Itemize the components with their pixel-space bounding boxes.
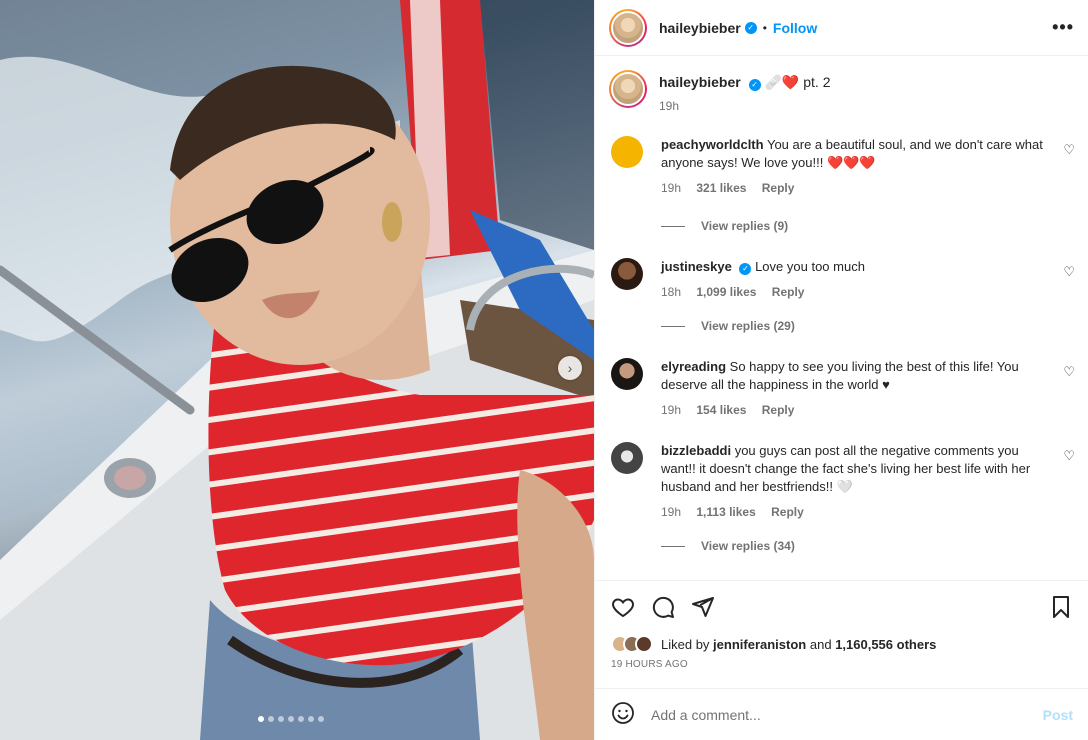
post-comment-button[interactable]: Post <box>1043 707 1073 723</box>
more-icon[interactable]: ••• <box>1052 17 1074 38</box>
author-avatar[interactable] <box>609 8 647 47</box>
caption-time[interactable]: 19h <box>659 99 831 113</box>
heart-icon[interactable]: ♡ <box>1063 142 1075 158</box>
heart-icon[interactable]: ♡ <box>1063 264 1075 280</box>
comment-likes[interactable]: 1,113 likes <box>696 505 755 519</box>
comment-time[interactable]: 19h <box>661 403 681 417</box>
view-replies-button[interactable]: View replies (9) <box>661 219 788 233</box>
follow-button[interactable]: Follow <box>773 20 817 36</box>
carousel-dot <box>258 716 264 722</box>
verified-icon: ✓ <box>748 79 761 91</box>
comment-username[interactable]: elyreading <box>661 359 726 374</box>
comment-likes[interactable]: 321 likes <box>696 181 746 195</box>
chevron-right-icon: › <box>567 360 573 376</box>
comment-input[interactable] <box>651 706 1043 723</box>
comment-item: elyreading So happy to see you living th… <box>611 358 1075 419</box>
post-caption: haileybieber ✓ 🩹❤️ pt. 2 19h <box>609 70 831 113</box>
view-replies-button[interactable]: View replies (34) <box>661 539 795 553</box>
view-replies-button[interactable]: View replies (29) <box>661 319 795 333</box>
bookmark-icon[interactable] <box>1049 595 1073 619</box>
reply-button[interactable]: Reply <box>762 403 795 417</box>
caption-avatar[interactable] <box>609 70 647 108</box>
add-comment-bar: Post <box>595 688 1088 740</box>
comment-item: justineskye ✓ Love you too much 18h 1,09… <box>611 258 1075 301</box>
emoji-icon[interactable] <box>611 701 635 728</box>
heart-icon[interactable] <box>611 595 635 619</box>
post-time-ago[interactable]: 19 HOURS AGO <box>611 659 1073 670</box>
caption-emojis: 🩹❤️ <box>764 74 800 90</box>
comment-username[interactable]: bizzlebaddi <box>661 443 731 458</box>
comment-avatar[interactable] <box>611 258 643 290</box>
heart-icon[interactable]: ♡ <box>1063 364 1075 380</box>
liked-by: Liked by jenniferaniston and 1,160,556 o… <box>611 635 1073 653</box>
comment-time[interactable]: 18h <box>661 285 681 299</box>
carousel-dot <box>278 716 284 722</box>
comment-username[interactable]: justineskye <box>661 259 732 274</box>
reply-button[interactable]: Reply <box>771 505 804 519</box>
comment-avatar[interactable] <box>611 442 643 474</box>
comment-likes[interactable]: 154 likes <box>696 403 746 417</box>
comment-username[interactable]: peachyworldclth <box>661 137 764 152</box>
carousel-dot <box>298 716 304 722</box>
carousel-dot <box>268 716 274 722</box>
carousel-dot <box>318 716 324 722</box>
carousel-dot <box>308 716 314 722</box>
likes-count[interactable]: 1,160,556 others <box>835 637 936 652</box>
comment-time[interactable]: 19h <box>661 505 681 519</box>
heart-icon[interactable]: ♡ <box>1063 448 1075 464</box>
liked-by-prefix: Liked by <box>661 636 710 652</box>
post-side-panel: haileybieber ✓ • Follow ••• haileybieber… <box>594 0 1088 740</box>
comment-likes[interactable]: 1,099 likes <box>696 285 756 299</box>
carousel-indicators <box>258 716 324 722</box>
post-image[interactable]: › <box>0 0 594 740</box>
liked-by-user[interactable]: jenniferaniston <box>713 637 806 652</box>
comment-time[interactable]: 19h <box>661 181 681 195</box>
separator: • <box>762 20 767 35</box>
post-actions: Liked by jenniferaniston and 1,160,556 o… <box>595 580 1088 670</box>
caption-username[interactable]: haileybieber <box>659 74 741 90</box>
author-username[interactable]: haileybieber <box>659 20 741 36</box>
comment-avatar[interactable] <box>611 136 643 168</box>
next-slide-button[interactable]: › <box>558 356 582 380</box>
comment-item: peachyworldclth You are a beautiful soul… <box>611 136 1075 197</box>
post-modal: › haileybieber ✓ • Follow ••• haileybieb… <box>0 0 1088 740</box>
carousel-dot <box>288 716 294 722</box>
comment-text: Love you too much <box>755 259 865 274</box>
reply-button[interactable]: Reply <box>762 181 795 195</box>
comment-item: bizzlebaddi you guys can post all the ne… <box>611 442 1075 521</box>
share-icon[interactable] <box>691 595 715 619</box>
liked-by-avatars[interactable] <box>611 635 653 653</box>
comment-icon[interactable] <box>651 595 675 619</box>
reply-button[interactable]: Reply <box>772 285 805 299</box>
verified-icon: ✓ <box>739 263 752 275</box>
photo-illustration <box>0 0 594 740</box>
verified-icon: ✓ <box>744 21 757 34</box>
liked-by-and: and <box>809 636 832 652</box>
caption-text: pt. 2 <box>803 74 831 90</box>
post-header: haileybieber ✓ • Follow ••• <box>595 0 1088 56</box>
comment-avatar[interactable] <box>611 358 643 390</box>
